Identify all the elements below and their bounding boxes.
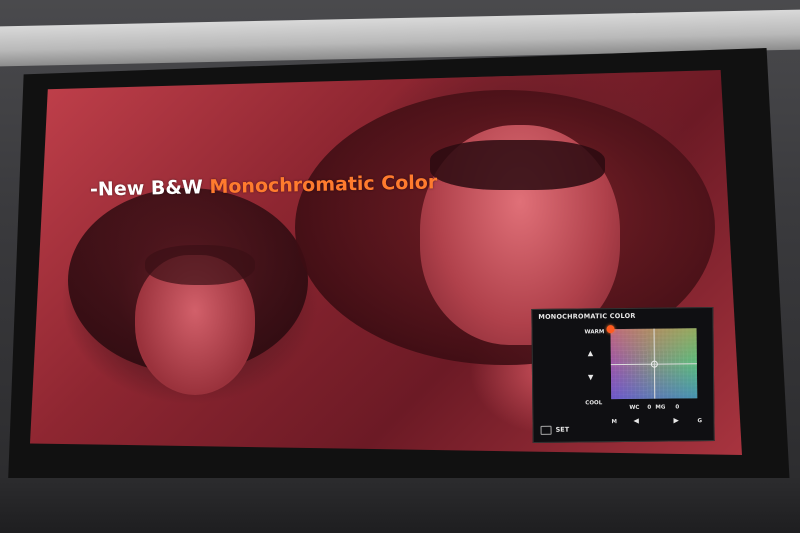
color-marker-icon[interactable] bbox=[606, 325, 615, 334]
cool-label: COOL bbox=[585, 400, 603, 407]
warm-label: WARM bbox=[584, 329, 605, 336]
color-grid[interactable] bbox=[606, 325, 698, 400]
mg-value: 0 bbox=[675, 404, 680, 411]
right-woman-sunglasses bbox=[430, 140, 605, 190]
panel-title: MONOCHROMATIC COLOR bbox=[538, 311, 636, 321]
set-label: SET bbox=[555, 425, 570, 434]
g-label: G bbox=[697, 418, 703, 425]
wc-label: WC bbox=[629, 404, 640, 411]
monochromatic-color-panel: MONOCHROMATIC COLOR WARM ▲ ▼ COOL WC 0 M… bbox=[531, 307, 715, 443]
right-arrow-icon[interactable]: ▶ bbox=[673, 416, 678, 424]
down-arrow-icon[interactable]: ▼ bbox=[588, 373, 593, 381]
menu-button-icon[interactable] bbox=[540, 425, 552, 435]
mg-label: MG bbox=[655, 404, 666, 411]
up-arrow-icon[interactable]: ▲ bbox=[588, 349, 593, 357]
left-arrow-icon[interactable]: ◀ bbox=[633, 417, 638, 425]
headline-prefix: -New B&W bbox=[89, 176, 210, 201]
left-woman-sunglasses bbox=[145, 245, 255, 285]
m-label: M bbox=[611, 419, 618, 426]
wc-value: 0 bbox=[647, 404, 652, 411]
grid-center-icon bbox=[650, 360, 658, 368]
floor-shadow bbox=[0, 478, 800, 533]
